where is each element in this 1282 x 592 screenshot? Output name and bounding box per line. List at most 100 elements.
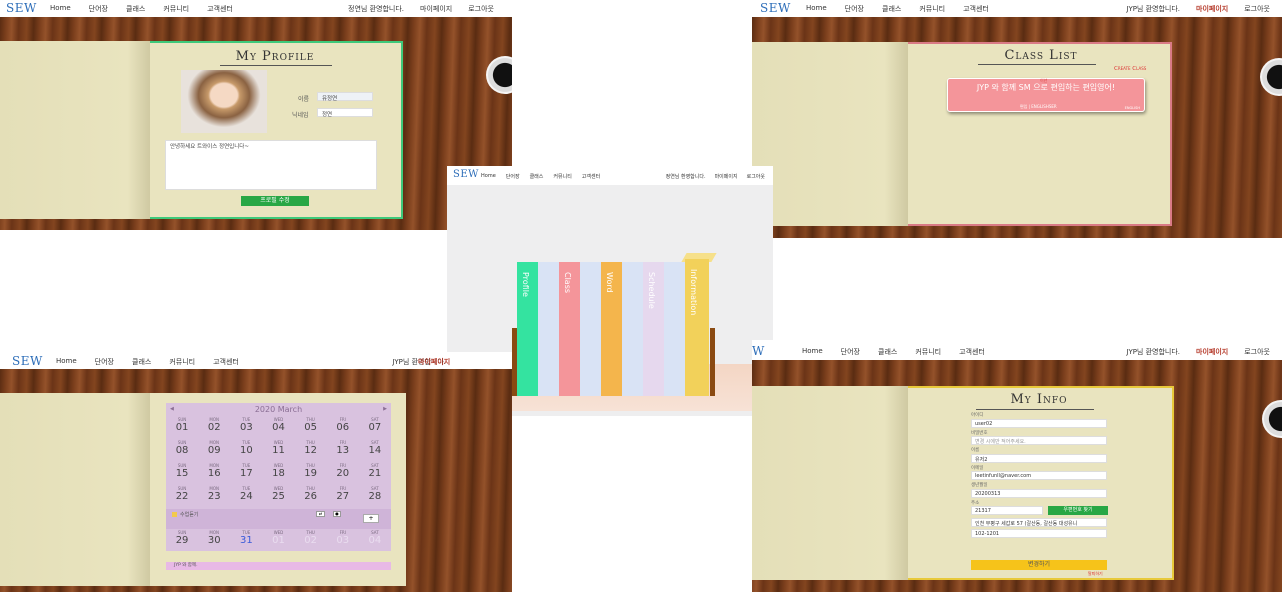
calendar-day[interactable]: SAT 04 [360,530,390,546]
menu-wordbook[interactable]: 단어장 [95,357,114,367]
address-field[interactable]: 인천 부평구 세갑로 57 (갈산동, 갈산동 대성유니 [971,518,1107,527]
calendar-day[interactable]: SAT 28 [360,486,390,502]
birth-field[interactable]: 20200313 [971,489,1107,498]
profile-photo[interactable] [181,70,267,133]
schedule-list-item[interactable]: JYP 와 함께. [166,562,391,570]
book-class[interactable]: Class [559,262,580,396]
menu-support[interactable]: 고객센터 [213,357,239,367]
calendar-day[interactable]: SUN 29 [167,530,197,546]
menu-wordbook[interactable]: 단어장 [89,4,108,14]
menu-class[interactable]: 클래스 [878,347,897,357]
logo[interactable]: SEW [760,1,791,15]
book-word[interactable]: Word [601,262,622,396]
calendar-day[interactable]: FRI 03 [328,530,358,546]
calendar-day[interactable]: SAT 21 [360,463,390,479]
calendar-day[interactable]: WED 11 [263,440,293,456]
calendar-day[interactable]: MON 30 [199,530,229,546]
menu-class[interactable]: 클래스 [126,4,145,14]
menu-home[interactable]: Home [56,357,77,367]
calendar-day[interactable]: THU 12 [296,440,326,456]
calendar-day[interactable]: THU 05 [296,417,326,433]
calendar-day[interactable]: FRI 13 [328,440,358,456]
logout-link[interactable]: 로그아웃 [1244,347,1270,357]
edit-toggle-icon[interactable]: ⇄ [316,511,325,517]
menu-home[interactable]: Home [50,4,71,14]
calendar-day[interactable]: SUN 15 [167,463,197,479]
calendar-day[interactable]: SUN 08 [167,440,197,456]
calendar-day[interactable]: TUE 24 [231,486,261,502]
book-information[interactable]: Information [685,259,709,396]
menu-class[interactable]: 클래스 [882,4,901,14]
mypage-link[interactable]: 마이페이지 [1196,4,1228,14]
calendar-day[interactable]: TUE 31 [231,530,261,546]
edit-profile-button[interactable]: 프로필 수정 [241,196,309,206]
menu-support[interactable]: 고객센터 [959,347,985,357]
calendar-day[interactable]: THU 26 [296,486,326,502]
withdraw-link[interactable]: 탈퇴하기 [1088,571,1103,577]
logo[interactable]: SEW [6,1,37,15]
calendar-day[interactable]: SAT 07 [360,417,390,433]
class-card[interactable]: 이년 JYP 와 함께 SM 으로 편입하는 편입영어! 편입 | ENGLIS… [947,78,1145,112]
menu-home[interactable]: Home [481,173,496,180]
nickname-field[interactable]: 정연 [317,108,373,118]
calendar-day[interactable]: TUE 03 [231,417,261,433]
calendar-day[interactable]: MON 23 [199,486,229,502]
calendar-day[interactable]: THU 02 [296,530,326,546]
menu-community[interactable]: 커뮤니티 [163,4,189,14]
zipcode-field[interactable]: 21317 [971,506,1043,515]
book-schedule[interactable]: Schedule [643,262,664,396]
logout-link[interactable]: 로그아웃 [1244,4,1270,14]
zipcode-search-button[interactable]: 우편번호 찾기 [1048,506,1108,515]
book-profile[interactable]: Profile [517,262,538,396]
logo[interactable]: SEW [12,354,43,368]
menu-community[interactable]: 커뮤니티 [553,173,571,180]
create-class-link[interactable]: Create Class [1114,66,1146,72]
mypage-link[interactable]: 마이페이지 [420,4,452,14]
calendar-day[interactable]: WED 04 [263,417,293,433]
intro-textarea[interactable]: 안녕하세요 트와이스 정연입니다~ [165,140,377,190]
menu-support[interactable]: 고객센터 [207,4,233,14]
logo[interactable]: SEW [453,169,479,180]
menu-wordbook[interactable]: 단어장 [845,4,864,14]
menu-class[interactable]: 클래스 [132,357,151,367]
menu-wordbook[interactable]: 단어장 [506,173,520,180]
calendar-day[interactable]: FRI 20 [328,463,358,479]
next-month-button[interactable]: ▶ [383,406,387,412]
logo[interactable]: SEW [752,344,765,358]
calendar-day[interactable]: MON 02 [199,417,229,433]
menu-class[interactable]: 클래스 [530,173,544,180]
calendar-day[interactable]: SUN 01 [167,417,197,433]
address-detail-field[interactable]: 102-1201 [971,529,1107,538]
password-field[interactable]: 변경 시에만 적어주세요. [971,436,1107,445]
calendar-day[interactable]: THU 19 [296,463,326,479]
add-schedule-button[interactable]: + [363,514,379,523]
calendar-day[interactable]: WED 25 [263,486,293,502]
id-field[interactable]: user02 [971,419,1107,428]
menu-community[interactable]: 커뮤니티 [919,4,945,14]
calendar-day[interactable]: TUE 17 [231,463,261,479]
toggle-icon[interactable]: ● [333,511,341,517]
calendar-day[interactable]: FRI 27 [328,486,358,502]
calendar-day[interactable]: SAT 14 [360,440,390,456]
calendar-day[interactable]: TUE 10 [231,440,261,456]
calendar-day[interactable]: SUN 22 [167,486,197,502]
calendar-day[interactable]: WED 01 [263,530,293,546]
name-field[interactable]: 유저2 [971,454,1107,463]
mypage-link[interactable]: 마이페이지 [1196,347,1228,357]
menu-support[interactable]: 고객센터 [963,4,989,14]
calendar-day[interactable]: MON 09 [199,440,229,456]
name-field[interactable]: 유정연 [317,92,373,102]
calendar-day[interactable]: FRI 06 [328,417,358,433]
menu-support[interactable]: 고객센터 [582,173,600,180]
menu-wordbook[interactable]: 단어장 [841,347,860,357]
logout-link[interactable]: 로그아웃 [468,4,494,14]
mypage-link[interactable]: 마이페이지 [418,357,450,367]
mypage-link[interactable]: 마이페이지 [715,173,738,180]
submit-button[interactable]: 변경하기 [971,560,1107,570]
menu-community[interactable]: 커뮤니티 [169,357,195,367]
logout-link[interactable]: 로그아웃 [747,173,765,180]
calendar-day[interactable]: WED 18 [263,463,293,479]
calendar-day[interactable]: MON 16 [199,463,229,479]
menu-home[interactable]: Home [802,347,823,357]
menu-community[interactable]: 커뮤니티 [915,347,941,357]
